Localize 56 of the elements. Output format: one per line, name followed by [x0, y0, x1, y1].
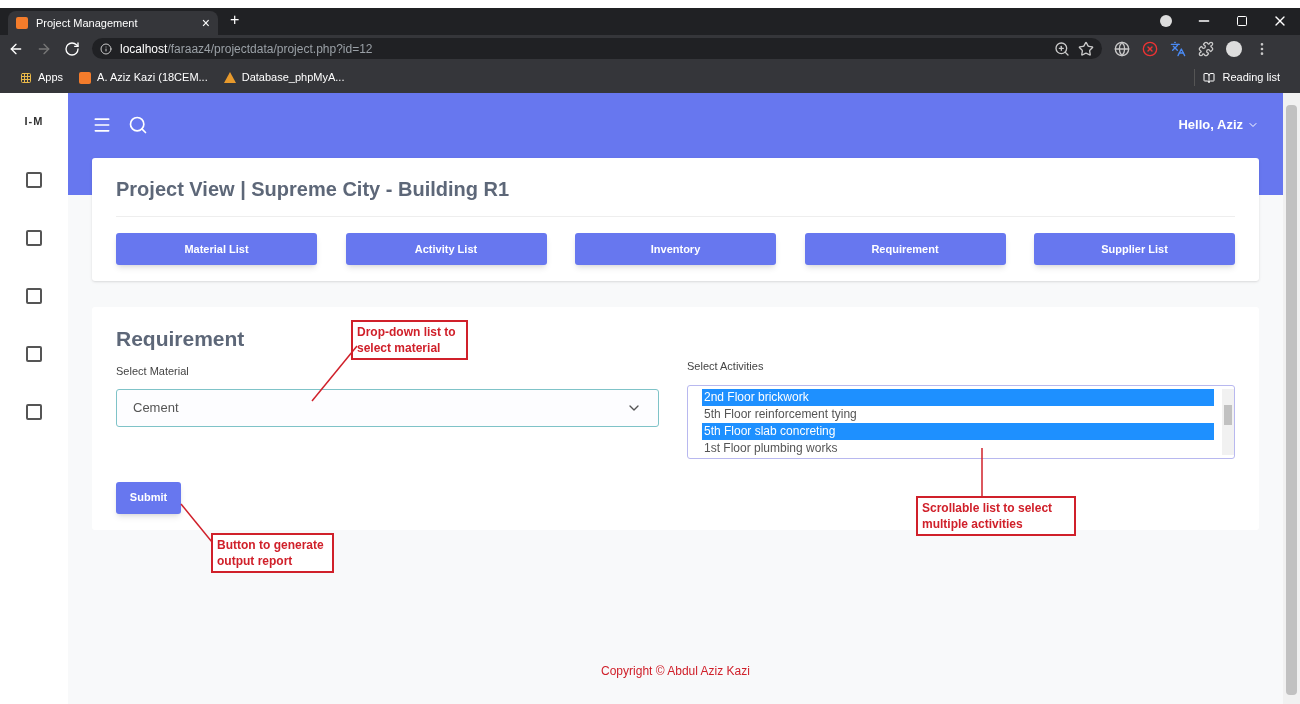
url-text: localhost/faraaz4/projectdata/project.php?id=12 [120, 40, 374, 58]
nav-button[interactable]: Activity List [345, 233, 547, 265]
page-scrollbar[interactable] [1283, 93, 1300, 704]
blocker-extension-icon[interactable] [1142, 40, 1158, 57]
nav-button[interactable]: Requirement [804, 233, 1006, 265]
activity-option[interactable]: 1st Floor plumbing works [702, 439, 1214, 457]
search-icon[interactable] [128, 115, 148, 135]
extensions-icon[interactable] [1198, 40, 1214, 57]
star-icon[interactable] [1078, 40, 1094, 57]
field-label: Select Activities [687, 359, 765, 374]
nav-button[interactable]: Inventory [575, 233, 776, 265]
reading-list-button[interactable]: Reading list [1193, 69, 1280, 86]
reading-list-icon [1202, 71, 1215, 84]
nav-square-icon[interactable] [26, 229, 42, 246]
leader-line [311, 345, 358, 402]
callout-label: Scrollable list to select multiple activities [916, 496, 1076, 536]
reload-icon[interactable] [64, 40, 80, 57]
nav-square-icon[interactable] [26, 345, 42, 362]
apps-grid-icon [20, 71, 32, 84]
scrollbar[interactable] [1222, 388, 1234, 455]
avatar-icon[interactable] [1226, 40, 1242, 57]
activities-listbox[interactable]: 2nd Floor brickwork 5th Floor reinforcement tying 5th Floor slab concreting 1st Floor plumbing works [687, 384, 1235, 459]
material-dropdown[interactable]: Cement [116, 389, 659, 427]
callout-label: Drop-down list to select material [351, 320, 468, 360]
project-title: Project View | Supreme City - Building R1 [116, 174, 1235, 217]
tab-close-button[interactable]: × [201, 12, 210, 34]
footer-text: Copyright © Abdul Aziz Kazi [601, 663, 750, 680]
field-label: Select Material [116, 363, 189, 379]
nav-button[interactable]: Material List [116, 233, 317, 265]
nav-square-icon[interactable] [26, 287, 42, 304]
user-menu[interactable]: Hello, Aziz [1178, 115, 1259, 135]
nav-button[interactable]: Supplier List [1034, 233, 1235, 265]
callout-label: Button to generate output report [211, 533, 334, 573]
site-favicon-icon [79, 71, 92, 84]
translate-icon[interactable] [1170, 40, 1186, 57]
browser-tab[interactable]: Project Management × [8, 11, 218, 35]
tab-title: Project Management [36, 15, 139, 31]
bookmark-link[interactable]: Apps [20, 69, 64, 86]
activity-option[interactable]: 5th Floor reinforcement tying [702, 405, 1214, 423]
globe-icon[interactable] [1114, 40, 1130, 57]
section-title: Requirement [116, 326, 245, 352]
leader-line [981, 448, 983, 497]
zoom-icon[interactable] [1054, 40, 1070, 57]
submit-button[interactable]: Submit [116, 481, 181, 514]
nav-square-icon[interactable] [26, 403, 42, 420]
bookmark-link[interactable]: A. Aziz Kazi (18CEM... [79, 69, 208, 86]
leader-line [180, 503, 213, 543]
info-icon [100, 42, 112, 55]
new-tab-button[interactable]: + [230, 8, 240, 32]
maximize-icon[interactable] [1236, 15, 1248, 27]
address-bar[interactable]: localhost/faraaz4/projectdata/project.php?id=12 [92, 38, 1102, 59]
nav-square-icon[interactable] [26, 171, 42, 188]
menu-icon[interactable] [92, 115, 112, 135]
profile-dropdown-icon[interactable] [1160, 15, 1172, 27]
site-favicon-icon [16, 17, 28, 29]
brand-text: I-M [24, 114, 44, 129]
